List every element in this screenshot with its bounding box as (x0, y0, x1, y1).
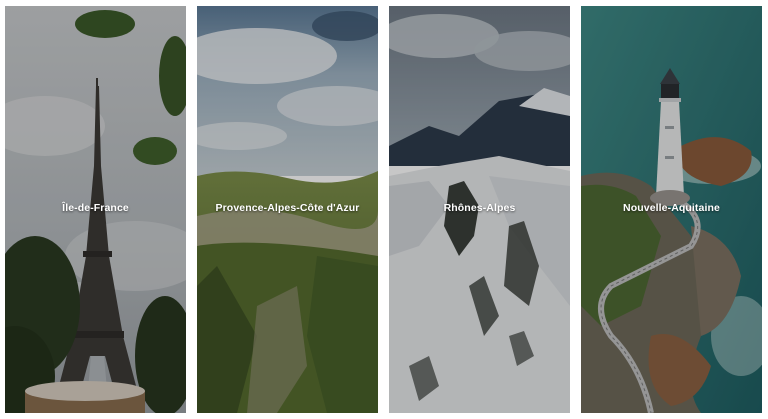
region-card-ile-de-france[interactable]: Île-de-France (5, 6, 186, 413)
region-label: Provence-Alpes-Côte d'Azur (215, 202, 360, 214)
region-gallery: Île-de-France Provence-Alpes-Côte d'Azur… (0, 0, 768, 419)
region-label: Nouvelle-Aquitaine (623, 202, 720, 214)
region-label: Rhônes-Alpes (443, 202, 516, 214)
region-card-nouvelle-aquitaine[interactable]: Nouvelle-Aquitaine (581, 6, 762, 413)
region-label: Île-de-France (62, 202, 129, 214)
region-card-provence-alpes-cote-dazur[interactable]: Provence-Alpes-Côte d'Azur (197, 6, 378, 413)
region-card-rhones-alpes[interactable]: Rhônes-Alpes (389, 6, 570, 413)
